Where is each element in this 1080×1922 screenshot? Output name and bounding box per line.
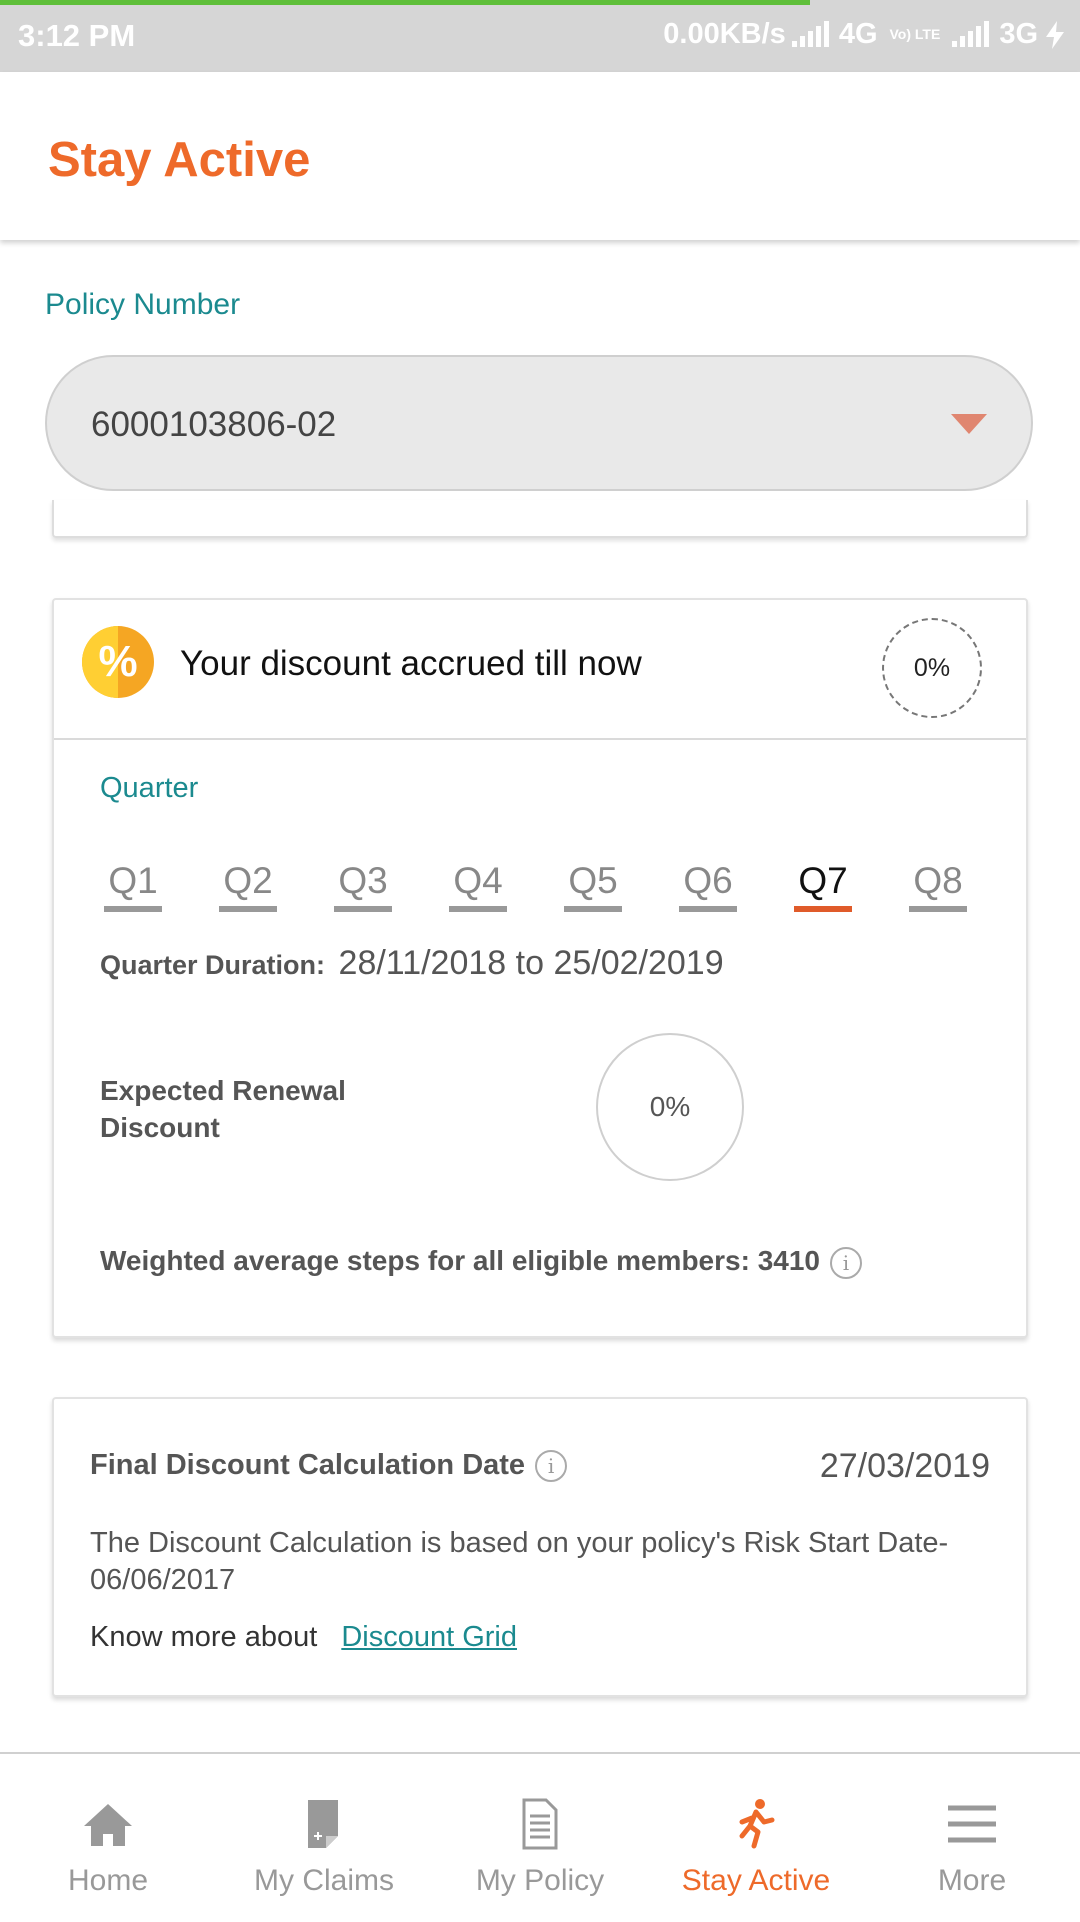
volte-icon: Vo) LTE	[889, 26, 941, 42]
nav-label: My Claims	[254, 1864, 394, 1897]
tab-q4[interactable]: Q4	[449, 860, 507, 912]
final-discount-date: 27/03/2019	[819, 1447, 990, 1485]
quarter-duration-label: Quarter Duration:	[100, 950, 326, 980]
final-discount-card: Final Discount Calculation Date i 27/03/2…	[52, 1397, 1028, 1697]
accrued-discount-circle: 0%	[882, 618, 982, 718]
know-more-text: Know more about	[90, 1621, 318, 1653]
quarter-duration: Quarter Duration: 28/11/2018 to 25/02/20…	[100, 944, 724, 983]
info-icon[interactable]: i	[830, 1246, 862, 1279]
policy-number-dropdown[interactable]: 6000103806-02	[45, 355, 1033, 491]
quarter-duration-value: 28/11/2018 to 25/02/2019	[338, 944, 724, 982]
weighted-steps-text: Weighted average steps for all eligible …	[100, 1245, 820, 1276]
nav-my-policy[interactable]: My Policy	[432, 1754, 648, 1922]
tab-q5[interactable]: Q5	[564, 860, 622, 912]
status-bar: 3:12 PM 0.00KB/s 4G Vo) LTE 3G	[0, 0, 1080, 72]
hidden-card-edge	[52, 500, 1028, 538]
network-type-2: 3G	[999, 18, 1038, 50]
claims-icon	[308, 1800, 338, 1848]
percent-icon: %	[82, 626, 154, 698]
tab-q3[interactable]: Q3	[334, 860, 392, 912]
know-more-row: Know more about Discount Grid	[90, 1621, 517, 1654]
quarter-tabs: Q1 Q2 Q3 Q4 Q5 Q6 Q7 Q8	[94, 860, 1024, 920]
info-icon[interactable]: i	[535, 1450, 568, 1483]
nav-my-claims[interactable]: My Claims	[216, 1754, 432, 1922]
charging-icon	[1046, 20, 1064, 49]
expected-renewal-circle: 0%	[596, 1033, 744, 1181]
nav-label: Home	[67, 1864, 149, 1897]
policy-number-label: Policy Number	[45, 288, 241, 321]
menu-icon	[948, 1805, 996, 1843]
home-icon	[84, 1804, 132, 1846]
nav-stay-active[interactable]: Stay Active	[648, 1754, 864, 1922]
tab-q2[interactable]: Q2	[219, 860, 277, 912]
discount-card: % Your discount accrued till now 0% Quar…	[52, 598, 1028, 1338]
final-discount-label-row: Final Discount Calculation Date i	[90, 1449, 568, 1483]
signal-icon	[791, 20, 829, 47]
nav-label: My Policy	[475, 1864, 605, 1897]
policy-document-icon	[522, 1798, 558, 1850]
discount-card-header: % Your discount accrued till now 0%	[54, 600, 1026, 740]
bottom-navigation: Home My Claims My Policy Stay Active Mor…	[0, 1752, 1080, 1920]
signal-icon-2	[952, 20, 990, 47]
quarter-label: Quarter	[100, 772, 199, 804]
nav-label: More	[937, 1864, 1007, 1897]
tab-q6[interactable]: Q6	[679, 860, 737, 912]
discount-heading: Your discount accrued till now	[180, 644, 642, 683]
status-icons: 0.00KB/s 4G Vo) LTE 3G	[663, 18, 1066, 51]
weighted-steps: Weighted average steps for all eligible …	[100, 1245, 862, 1279]
page-load-progress	[0, 0, 810, 5]
app-bar: Stay Active	[0, 72, 1080, 240]
discount-grid-link[interactable]: Discount Grid	[341, 1621, 517, 1653]
expected-renewal-label: Expected Renewal Discount	[100, 1075, 346, 1143]
final-discount-label: Final Discount Calculation Date	[90, 1449, 526, 1481]
nav-label: Stay Active	[681, 1864, 831, 1897]
network-type-1: 4G	[838, 18, 878, 50]
dropdown-arrow-icon	[951, 414, 987, 434]
status-time: 3:12 PM	[18, 18, 136, 53]
tab-q7[interactable]: Q7	[794, 860, 852, 912]
running-person-icon	[739, 1799, 775, 1849]
nav-home[interactable]: Home	[0, 1754, 216, 1922]
tab-q1[interactable]: Q1	[104, 860, 162, 912]
page-title: Stay Active	[48, 133, 311, 187]
tab-q8[interactable]: Q8	[909, 860, 967, 912]
nav-more[interactable]: More	[864, 1754, 1080, 1922]
policy-number-value: 6000103806-02	[91, 405, 337, 444]
discount-basis-text: The Discount Calculation is based on you…	[90, 1527, 949, 1596]
net-speed: 0.00KB/s	[663, 18, 786, 50]
